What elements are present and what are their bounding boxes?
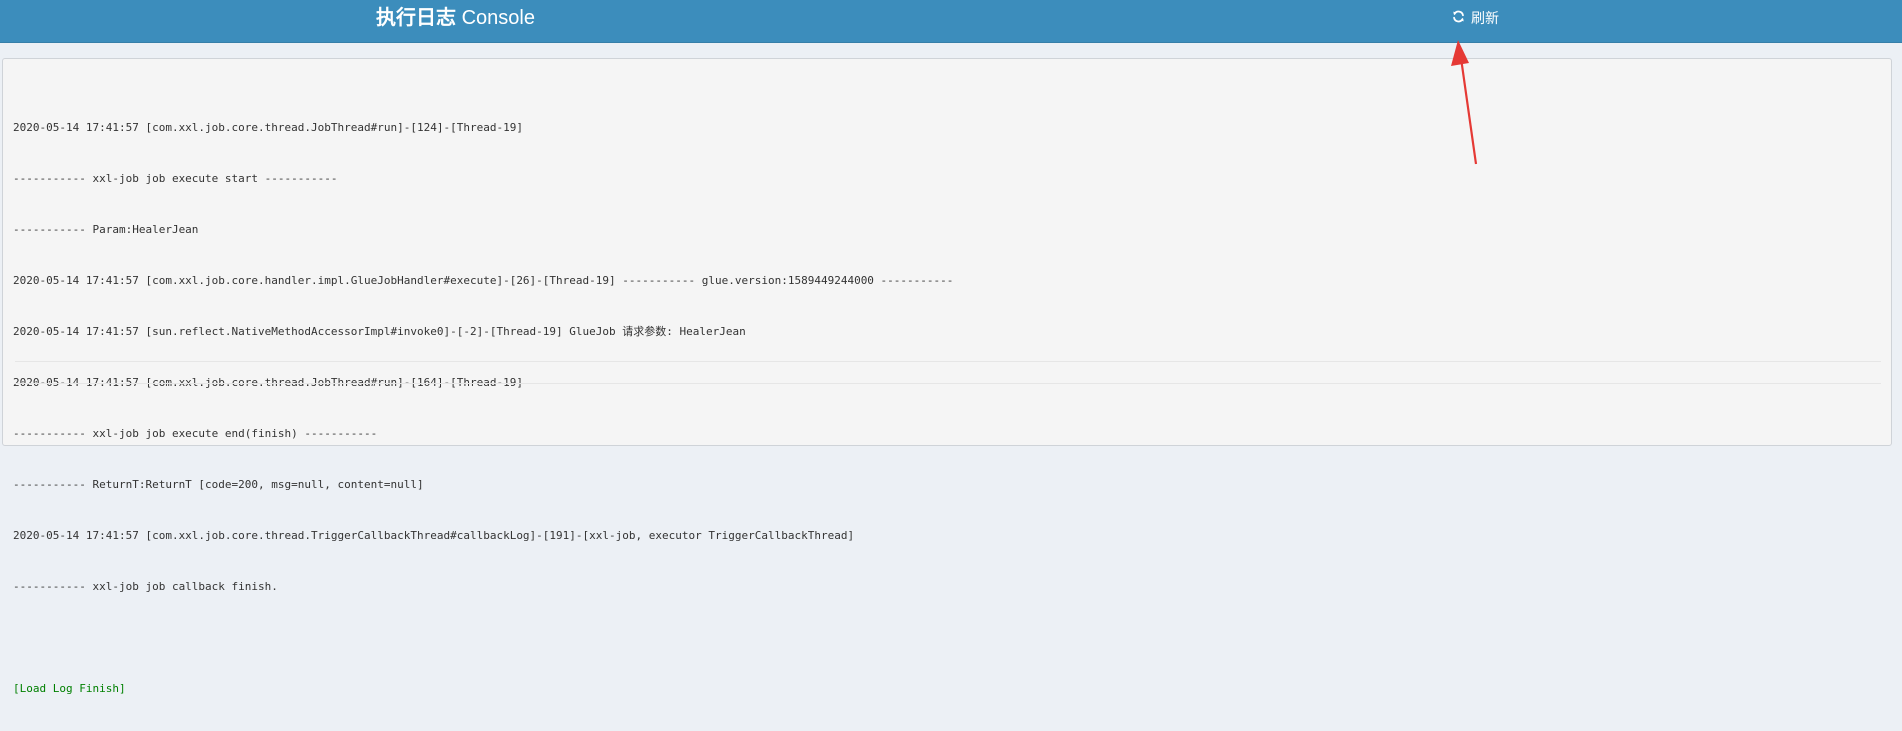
refresh-label: 刷新 — [1471, 10, 1499, 26]
log-blank-line — [13, 629, 953, 646]
console-header: 执行日志 Console 刷新 — [0, 0, 1902, 43]
log-line: 2020-05-14 17:41:57 [com.xxl.job.core.th… — [13, 529, 855, 542]
refresh-icon — [1452, 10, 1471, 26]
log-line: ----------- xxl-job job execute end(fini… — [13, 427, 378, 440]
refresh-button[interactable]: 刷新 — [1452, 8, 1499, 28]
divider — [15, 383, 1881, 384]
log-line: 2020-05-14 17:41:57 [com.xxl.job.core.ha… — [13, 274, 954, 287]
log-line: ----------- xxl-job job execute start --… — [13, 172, 338, 185]
log-line: 2020-05-14 17:41:57 [com.xxl.job.core.th… — [13, 121, 523, 134]
divider — [15, 361, 1881, 362]
log-line: 2020-05-14 17:41:57 [sun.reflect.NativeM… — [13, 325, 746, 338]
load-log-finish-text: [Load Log Finish] — [13, 682, 126, 695]
log-line: ----------- ReturnT:ReturnT [code=200, m… — [13, 478, 424, 491]
log-line: ----------- xxl-job job callback finish. — [13, 580, 278, 593]
page-title-cn: 执行日志 — [376, 7, 456, 29]
page-title-en: Console — [461, 7, 535, 29]
page-title: 执行日志 Console — [376, 6, 535, 30]
log-content: 2020-05-14 17:41:57 [com.xxl.job.core.th… — [13, 85, 953, 731]
log-console-panel[interactable]: 2020-05-14 17:41:57 [com.xxl.job.core.th… — [2, 58, 1892, 695]
log-line: ----------- Param:HealerJean — [13, 223, 199, 236]
